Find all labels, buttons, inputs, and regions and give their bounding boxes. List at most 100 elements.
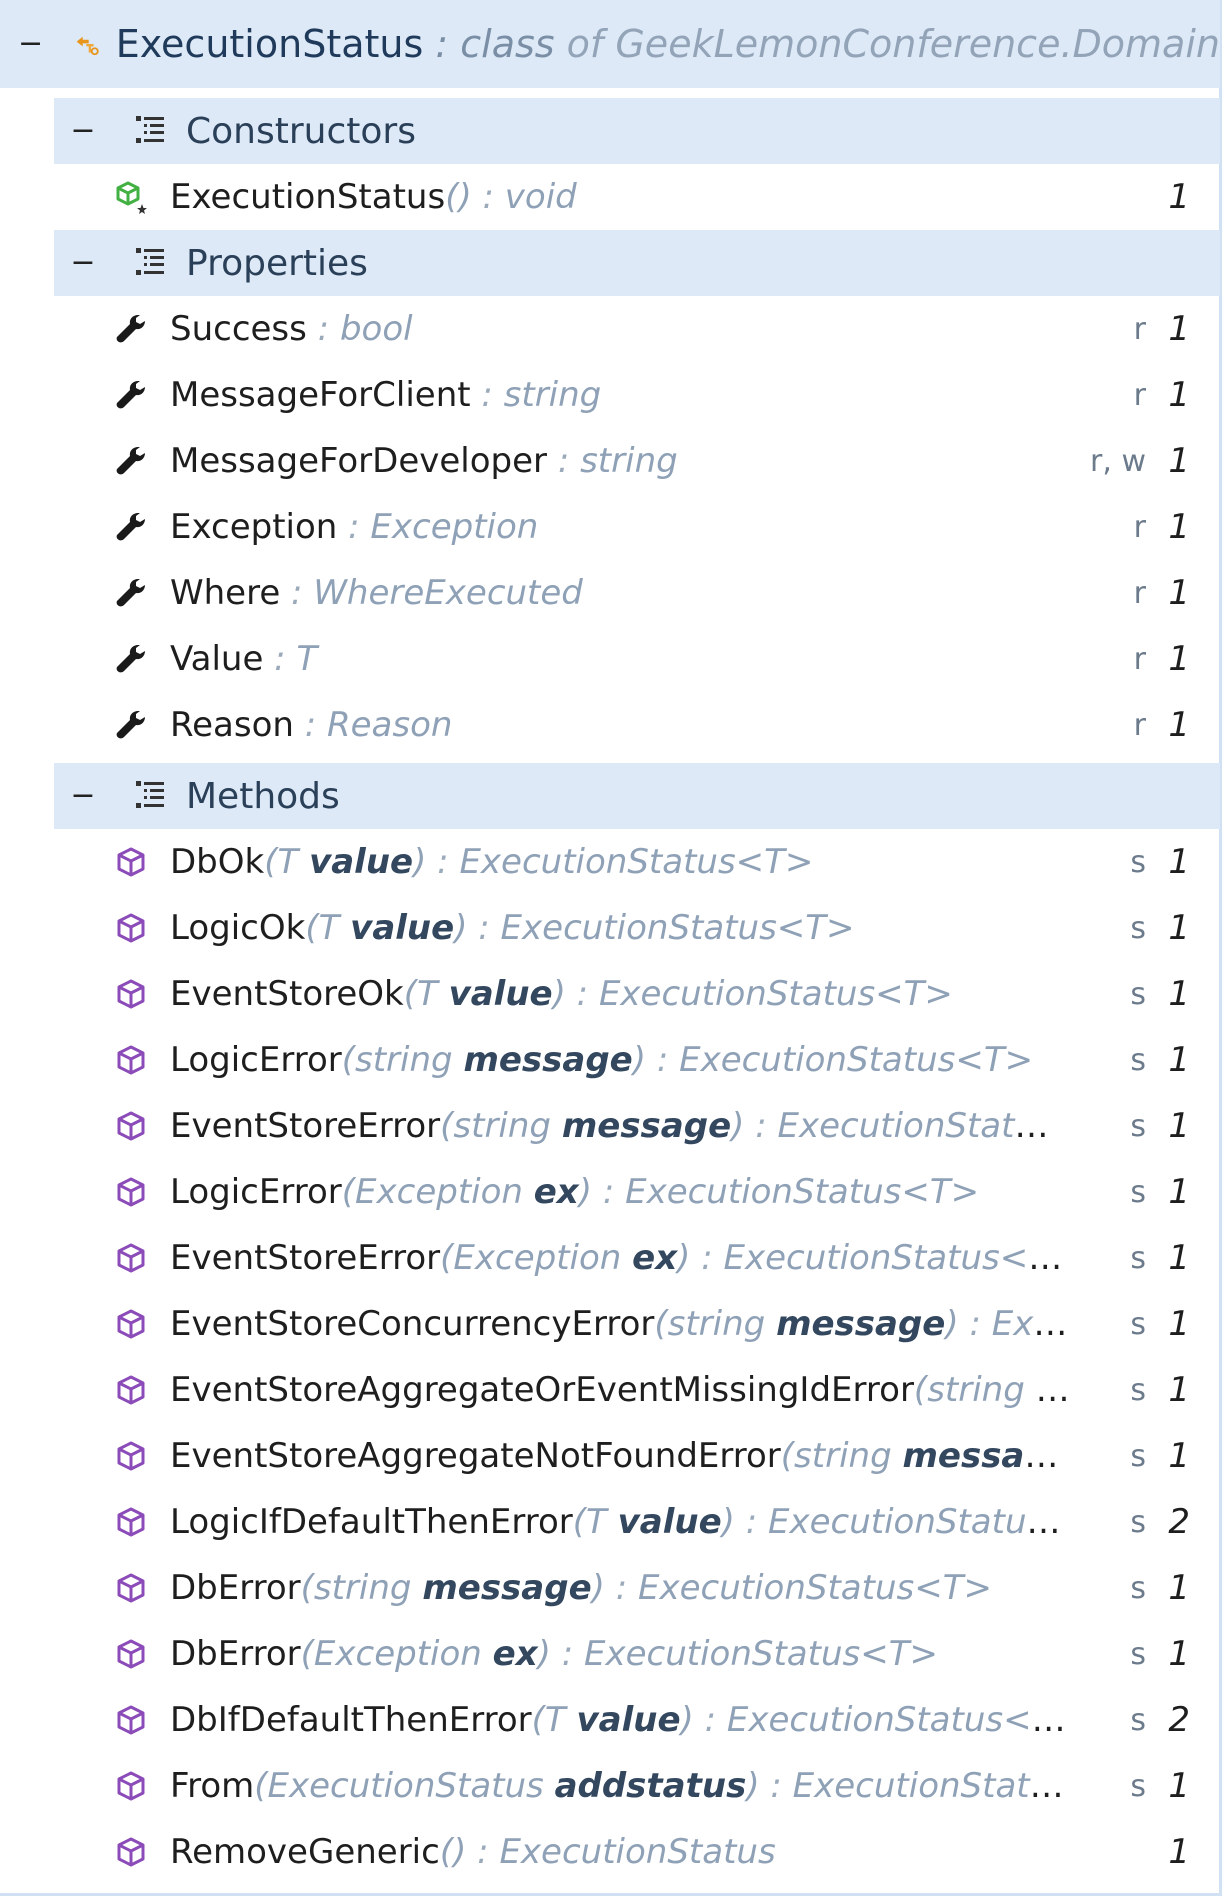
collapse-toggle[interactable]: −	[68, 116, 98, 146]
method-cube-icon	[117, 1441, 145, 1471]
member-label: DbError(string message) : ExecutionStatu…	[170, 1568, 1070, 1608]
member-type: T	[296, 639, 318, 679]
method-row[interactable]: EventStoreAggregateOrEventMissingIdError…	[54, 1357, 1220, 1423]
member-modifiers: s	[1130, 910, 1146, 946]
params-open: (	[440, 1238, 454, 1278]
member-modifiers: r	[1133, 641, 1146, 677]
type-separator: :	[467, 908, 501, 948]
member-modifiers: s	[1130, 1768, 1146, 1804]
member-modifiers: s	[1130, 1504, 1146, 1540]
member-return-type: ExecutionStatus<T>	[767, 1502, 1070, 1542]
property-row[interactable]: Exception : Exception r 1	[54, 494, 1220, 560]
collapse-toggle[interactable]: −	[18, 29, 43, 59]
property-row[interactable]: Reason : Reason r 1	[54, 692, 1220, 758]
member-label: RemoveGeneric() : ExecutionStatus	[170, 1832, 1070, 1872]
member-return-type: void	[504, 177, 577, 217]
method-row[interactable]: DbError(string message) : ExecutionStatu…	[54, 1555, 1220, 1621]
method-row[interactable]: DbIfDefaultThenError(T value) : Executio…	[54, 1687, 1220, 1753]
property-row[interactable]: Where : WhereExecuted r 1	[54, 560, 1220, 626]
param-name: ex	[632, 1238, 678, 1278]
method-row[interactable]: EventStoreError(Exception ex) : Executio…	[54, 1225, 1220, 1291]
member-name: EventStoreError	[170, 1238, 441, 1278]
params-open: (	[341, 1040, 356, 1080]
member-modifiers: s	[1130, 1306, 1146, 1342]
member-name: DbOk	[170, 842, 265, 882]
params-open: (	[264, 842, 278, 882]
param-name: message	[422, 1568, 592, 1608]
member-usage-count: 2	[1168, 1502, 1190, 1542]
method-row[interactable]: From(ExecutionStatus addstatus) : Execut…	[54, 1753, 1220, 1819]
method-cube-icon	[117, 1507, 145, 1537]
type-separator: :	[693, 1700, 727, 1740]
param-type: ExecutionStatus	[267, 1766, 555, 1806]
property-row[interactable]: Value : Tr1	[54, 626, 1220, 692]
class-kind: : class	[423, 22, 555, 66]
method-row[interactable]: EventStoreAggregateNotFoundError(string …	[54, 1423, 1220, 1489]
member-usage-count: 1	[1168, 1568, 1190, 1608]
member-modifiers: s	[1130, 1372, 1146, 1408]
member-label: Reason : Reason	[170, 705, 1070, 745]
params-open: (	[572, 1502, 587, 1542]
param-type: string	[313, 1568, 423, 1608]
param-name: message	[776, 1304, 946, 1344]
member-usage-count: 1	[1168, 177, 1190, 217]
member-usage-count: 1	[1168, 1766, 1190, 1806]
section-methods[interactable]: − Methods	[54, 763, 1220, 829]
method-row[interactable]: LogicIfDefaultThenError(T value) : Execu…	[54, 1489, 1220, 1555]
method-row[interactable]: LogicOk(T value) : ExecutionStatus<T> s 1	[54, 895, 1220, 961]
method-row[interactable]: DbError(Exception ex) : ExecutionStatus<…	[54, 1621, 1220, 1687]
class-members-panel: − ExecutionStatus : class of GeekLemonCo…	[0, 0, 1222, 1896]
member-usage-count: 1	[1168, 705, 1190, 745]
member-usage-count: 1	[1168, 1370, 1190, 1410]
property-row[interactable]: MessageForDeveloper : string r, w 1	[54, 428, 1220, 494]
method-cube-icon	[117, 1309, 145, 1339]
section-properties[interactable]: − Properties	[54, 230, 1220, 296]
class-header[interactable]: − ExecutionStatus : class of GeekLemonCo…	[0, 0, 1220, 88]
member-modifiers: s	[1130, 1042, 1146, 1078]
property-row[interactable]: MessageForClient : string r 1	[54, 362, 1220, 428]
section-constructors[interactable]: − Constructors	[54, 98, 1220, 164]
member-name: From	[170, 1766, 255, 1806]
collapse-toggle[interactable]: −	[68, 781, 98, 811]
wrench-icon	[116, 645, 145, 673]
method-cube-icon	[117, 1639, 145, 1669]
type-separator: :	[604, 1568, 638, 1608]
member-params: ()	[445, 177, 472, 217]
member-name: Where	[170, 573, 281, 613]
type-separator: :	[466, 1832, 500, 1872]
param-type: Exception	[313, 1634, 493, 1674]
member-name: ExecutionStatus	[170, 177, 446, 217]
group-list-icon	[136, 248, 164, 275]
member-usage-count: 1	[1168, 309, 1190, 349]
member-label: Where : WhereExecuted	[170, 573, 1070, 613]
collapse-toggle[interactable]: −	[68, 248, 98, 278]
type-separator: :	[280, 573, 314, 613]
member-modifiers: s	[1130, 976, 1146, 1012]
constructor-row[interactable]: ExecutionStatus() : void 1	[54, 164, 1220, 230]
method-row[interactable]: RemoveGeneric() : ExecutionStatus 1	[54, 1819, 1220, 1885]
method-row[interactable]: EventStoreOk(T value) : ExecutionStatus<…	[54, 961, 1220, 1027]
param-name: value	[617, 1502, 722, 1542]
method-row[interactable]: DbOk(T value) : ExecutionStatus<T> s 1	[54, 829, 1220, 895]
param-type: T	[277, 842, 310, 882]
member-modifiers: s	[1130, 1636, 1146, 1672]
method-row[interactable]: LogicError(Exception ex) : ExecutionStat…	[54, 1159, 1220, 1225]
params-close: )	[632, 1040, 647, 1080]
member-label: EventStoreError(string message) : Execut…	[170, 1106, 1070, 1146]
member-label: EventStoreOk(T value) : ExecutionStatus<…	[170, 974, 1070, 1014]
params-open: (	[780, 1436, 795, 1476]
member-label: ExecutionStatus() : void	[170, 177, 1070, 217]
member-type: WhereExecuted	[313, 573, 583, 613]
type-separator: :	[565, 974, 599, 1014]
params-open: (	[254, 1766, 268, 1806]
member-type: bool	[339, 309, 413, 349]
member-name: DbError	[170, 1568, 301, 1608]
property-row[interactable]: Success : bool r 1	[54, 296, 1220, 362]
member-return-type: ExecutionStatus<T>	[726, 1700, 1070, 1740]
member-usage-count: 1	[1168, 1238, 1190, 1278]
method-row[interactable]: EventStoreError(string message) : Execut…	[54, 1093, 1220, 1159]
method-row[interactable]: LogicError(string message) : ExecutionSt…	[54, 1027, 1220, 1093]
method-row[interactable]: EventStoreConcurrencyError(string messag…	[54, 1291, 1220, 1357]
member-modifiers: r	[1133, 707, 1146, 743]
member-label: Value : T	[170, 639, 1070, 679]
